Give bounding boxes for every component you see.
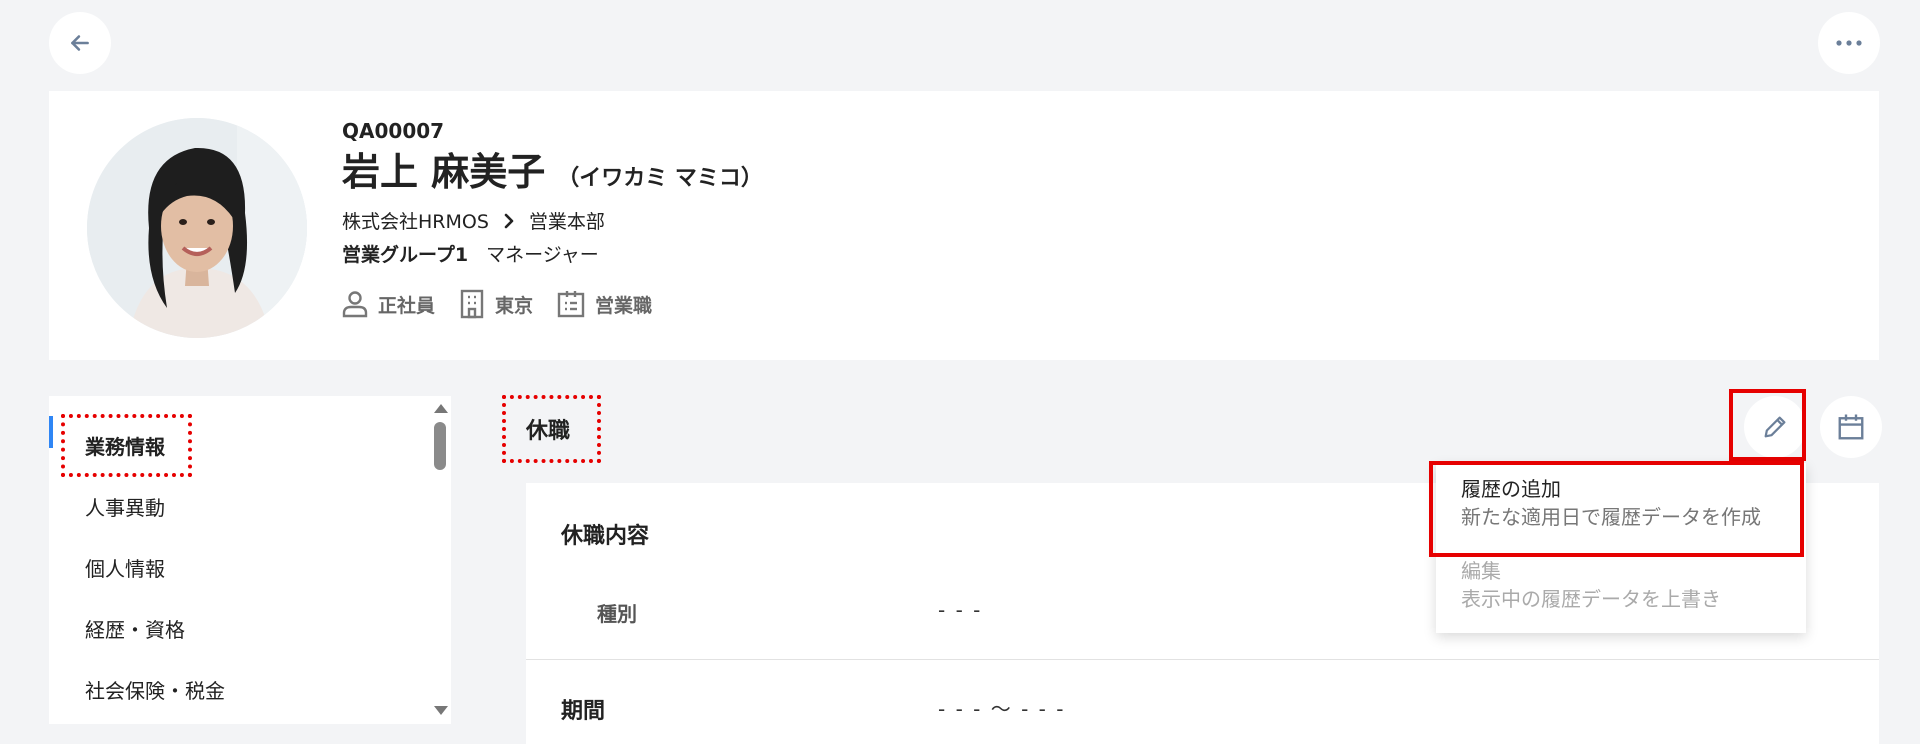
employee-name-kana: （イワカミ マミコ） xyxy=(557,166,763,191)
calendar-icon xyxy=(1838,414,1864,440)
avatar xyxy=(87,118,307,338)
add-history-highlight-marker xyxy=(1429,461,1804,557)
scroll-down-arrow-icon[interactable] xyxy=(434,706,448,715)
section-title-highlight-marker xyxy=(502,395,601,463)
nav-item-personal-info[interactable]: 個人情報 xyxy=(85,553,165,582)
menu-item-edit[interactable]: 編集 表示中の履歴データを上書き xyxy=(1461,557,1721,613)
breadcrumb: 株式会社HRMOS 営業本部 xyxy=(342,207,763,234)
nav-item-insurance-tax[interactable]: 社会保険・税金 xyxy=(85,675,225,704)
person-icon xyxy=(342,291,368,318)
nav-highlight-marker xyxy=(61,414,192,477)
employee-name: 岩上 麻美子 xyxy=(342,150,546,194)
profile-card: QA00007 岩上 麻美子 （イワカミ マミコ） 株式会社HRMOS 営業本部… xyxy=(49,91,1879,360)
job-type-tag: 営業職 xyxy=(557,290,652,318)
nav-item-personnel-transfer[interactable]: 人事異動 xyxy=(85,492,165,521)
scroll-up-arrow-icon[interactable] xyxy=(434,404,448,413)
nav-item-career-qualifications[interactable]: 経歴・資格 xyxy=(85,614,185,643)
period-heading: 期間 xyxy=(561,699,606,724)
more-options-button[interactable] xyxy=(1818,12,1880,74)
scrollbar-thumb[interactable] xyxy=(434,422,446,470)
more-horizontal-icon xyxy=(1836,40,1862,46)
leave-type-label: 種別 xyxy=(597,602,637,626)
calendar-button[interactable] xyxy=(1820,396,1882,458)
nav-scrollbar[interactable] xyxy=(429,396,451,724)
id-card-icon xyxy=(557,291,585,318)
employee-code: QA00007 xyxy=(342,119,445,143)
chevron-right-icon xyxy=(503,213,515,229)
menu-item-description: 表示中の履歴データを上書き xyxy=(1461,587,1721,611)
employment-type-tag: 正社員 xyxy=(342,290,435,318)
divider xyxy=(526,659,1879,660)
edit-button-highlight-marker xyxy=(1729,389,1806,461)
company-name: 株式会社HRMOS xyxy=(342,211,489,233)
leave-content-heading: 休職内容 xyxy=(561,524,650,549)
group-name: 営業グループ1 xyxy=(342,244,469,266)
back-button[interactable] xyxy=(49,12,111,74)
leave-type-value: - - - xyxy=(938,598,983,622)
building-icon xyxy=(460,289,484,319)
location-tag: 東京 xyxy=(459,289,533,319)
arrow-left-icon xyxy=(71,35,89,51)
active-indicator xyxy=(49,416,53,448)
menu-item-title: 編集 xyxy=(1461,559,1501,583)
period-value: - - - 〜 - - - xyxy=(938,697,1066,721)
department-name: 営業本部 xyxy=(528,211,605,233)
position-name: マネージャー xyxy=(486,244,599,266)
